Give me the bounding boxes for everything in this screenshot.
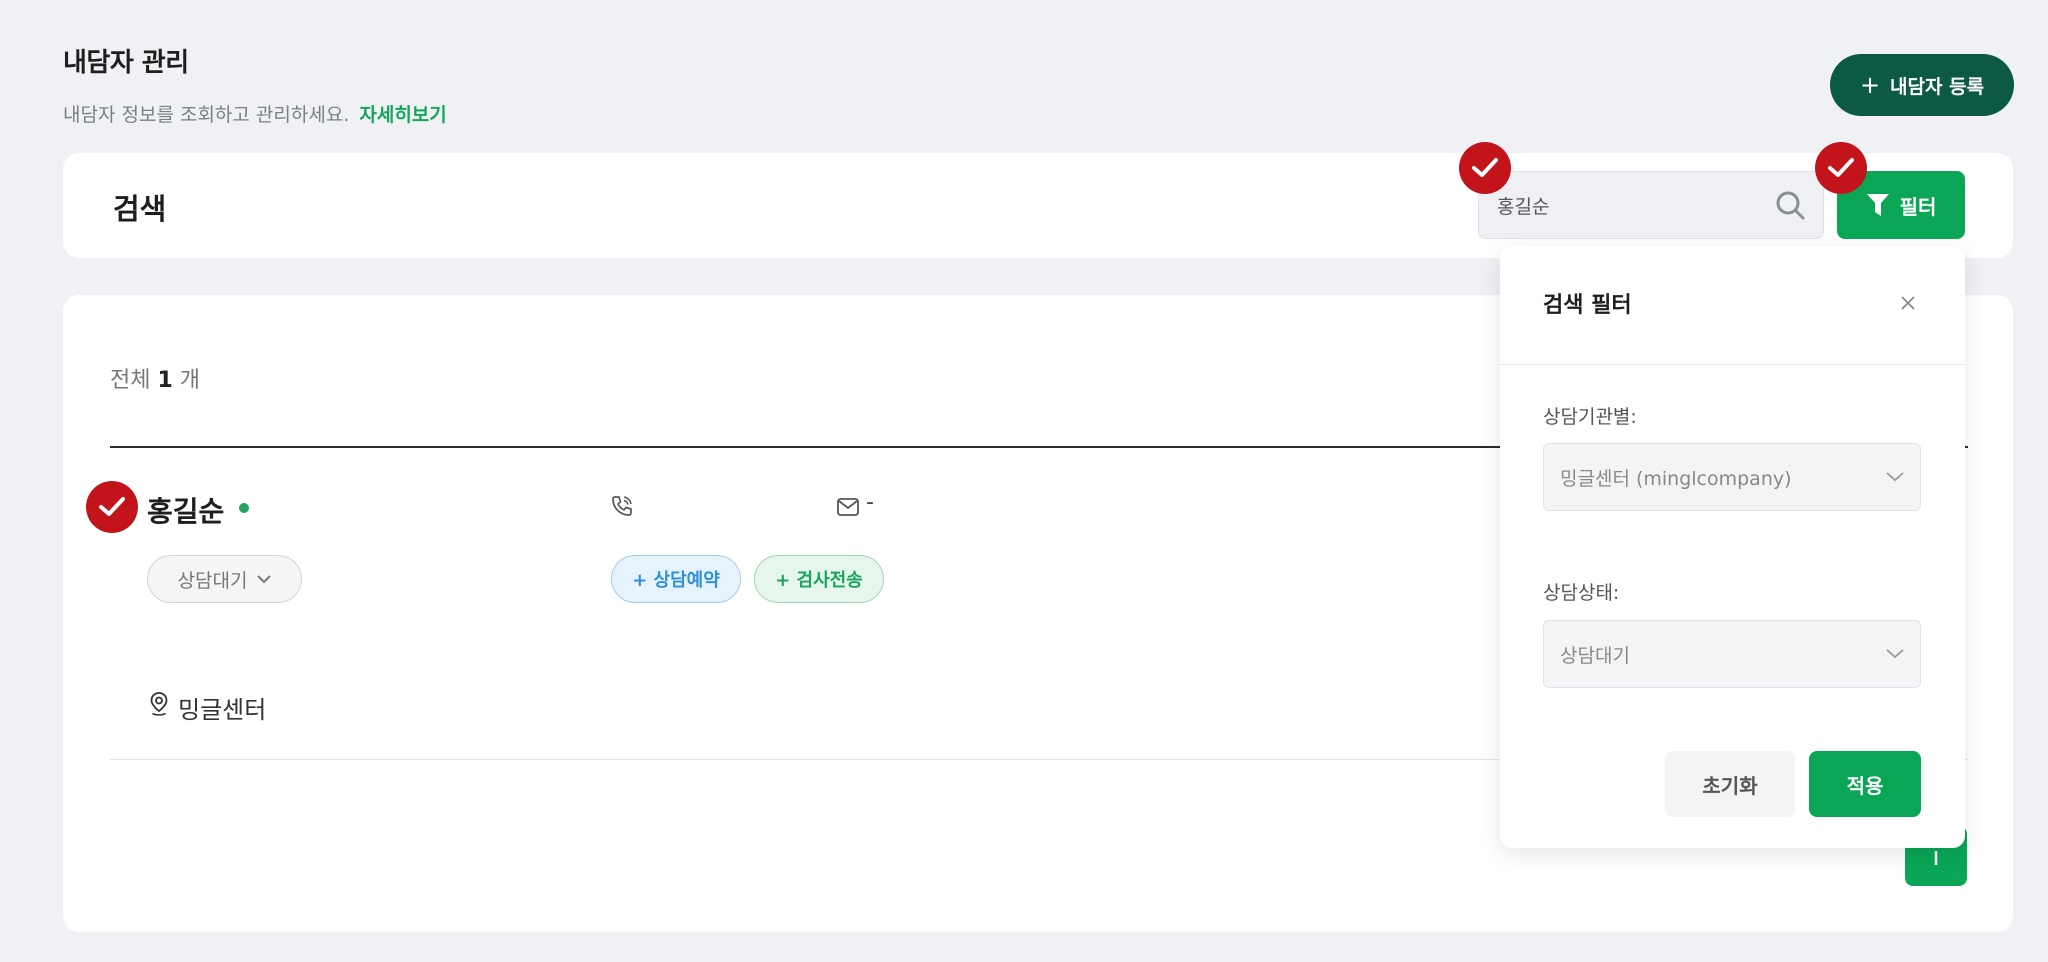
status-filter-label: 상담상태:: [1543, 582, 1620, 604]
more-link[interactable]: 자세히보기: [359, 104, 446, 126]
register-client-label: 내담자 등록: [1890, 75, 1985, 98]
page-description: 내담자 정보를 조회하고 관리하세요. 자세히보기: [63, 100, 447, 127]
checkmark-icon: [99, 497, 125, 516]
total-number: 1: [157, 368, 173, 393]
status-dropdown-value: 상담대기: [177, 569, 248, 592]
search-icon[interactable]: [1775, 190, 1805, 220]
chevron-down-icon: [257, 574, 272, 583]
total-prefix: 전체: [110, 368, 151, 393]
apply-button[interactable]: 적용: [1809, 751, 1921, 817]
close-icon[interactable]: [1896, 291, 1920, 315]
status-filter-select[interactable]: 상담대기: [1543, 620, 1921, 688]
filter-button-label: 필터: [1899, 194, 1937, 219]
check-badge: [1815, 142, 1867, 194]
plus-icon: +: [1859, 71, 1881, 99]
search-input[interactable]: [1497, 194, 1775, 216]
status-dropdown[interactable]: 상담대기: [147, 555, 302, 603]
search-box: [1478, 171, 1824, 239]
add-reservation-button[interactable]: + 상담예약: [611, 555, 741, 603]
page-description-text: 내담자 정보를 조회하고 관리하세요.: [63, 104, 350, 126]
org-filter-select[interactable]: 밍글센터 (minglcompany): [1543, 443, 1921, 511]
org-filter-label: 상담기관별:: [1543, 406, 1637, 428]
reset-button[interactable]: 초기화: [1665, 751, 1795, 817]
filter-panel-title: 검색 필터: [1543, 293, 1632, 318]
checkmark-icon: [1472, 158, 1498, 177]
search-section-label: 검색: [113, 192, 167, 226]
location-pin-icon: [150, 692, 168, 716]
mail-icon: [837, 498, 859, 516]
online-status-dot: [239, 503, 249, 513]
total-suffix: 개: [179, 368, 201, 393]
chevron-down-icon: [1886, 472, 1904, 482]
check-badge: [1459, 142, 1511, 194]
page-title: 내담자 관리: [63, 48, 189, 78]
filter-panel-divider: [1500, 364, 1965, 365]
status-filter-value: 상담대기: [1560, 644, 1630, 667]
check-badge: [86, 481, 138, 533]
phone-icon: [612, 496, 632, 516]
register-client-button[interactable]: + 내담자 등록: [1830, 54, 2014, 116]
total-count: 전체 1 개: [110, 362, 200, 394]
filter-icon: [1866, 194, 1889, 216]
org-filter-value: 밍글센터 (minglcompany): [1560, 467, 1792, 490]
client-center: 밍글센터: [178, 696, 267, 724]
checkmark-icon: [1828, 158, 1854, 177]
client-email: -: [866, 490, 874, 515]
chevron-down-icon: [1886, 649, 1904, 659]
client-name[interactable]: 홍길순: [147, 490, 224, 530]
send-test-button[interactable]: + 검사전송: [754, 555, 884, 603]
